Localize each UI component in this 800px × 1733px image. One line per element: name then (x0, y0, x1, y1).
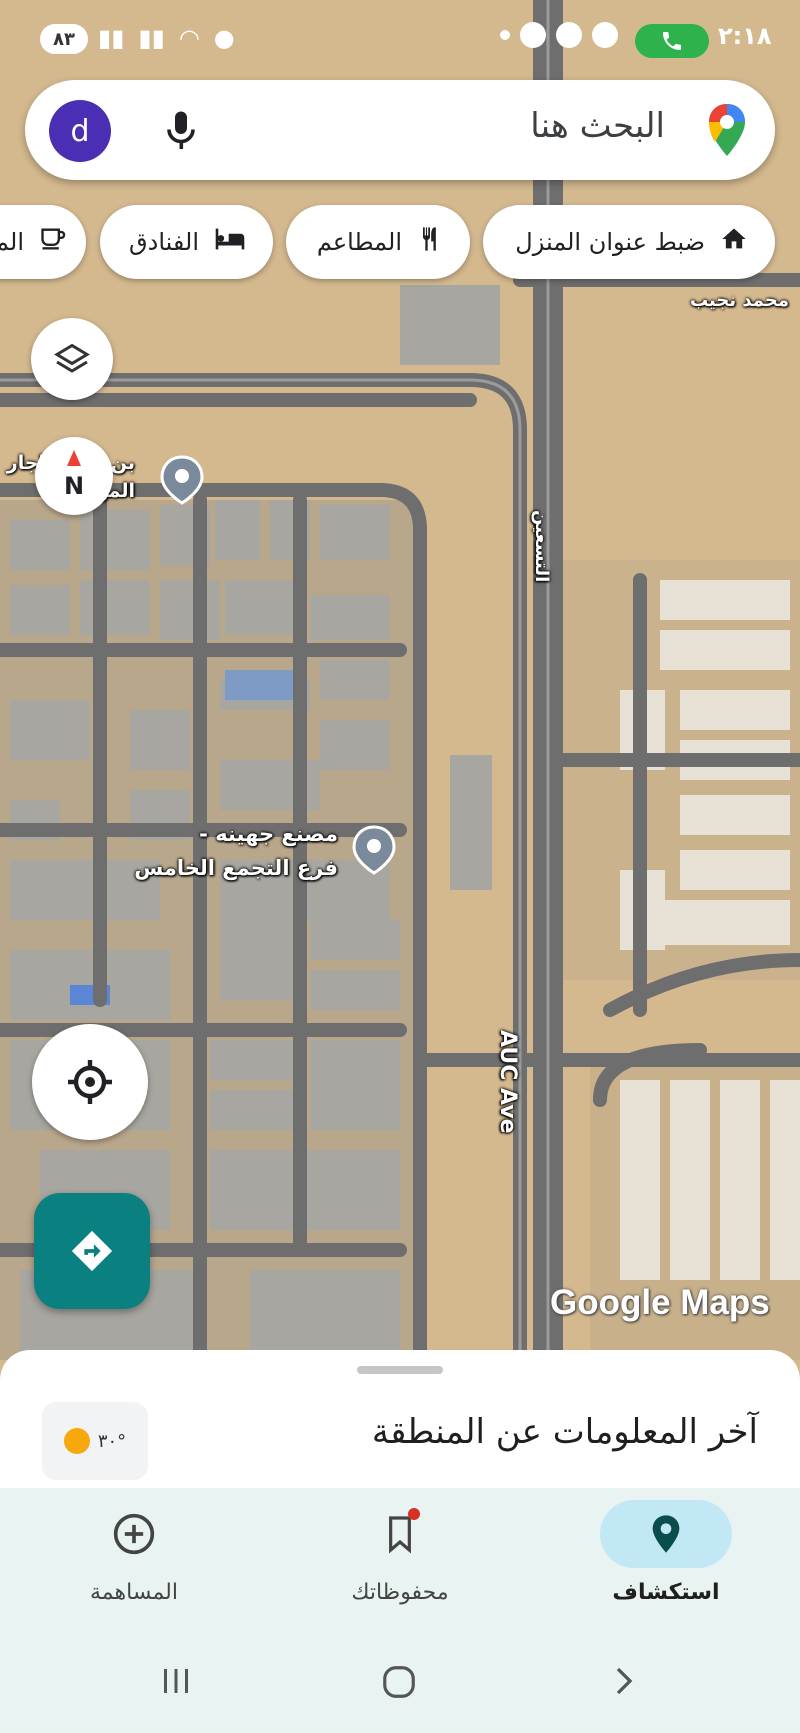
battery-indicator: ٨٣ (40, 24, 88, 54)
weather-chip[interactable]: ٣٠° (42, 1402, 148, 1480)
notification-dot (408, 1508, 420, 1520)
street-label: محمد نجيب (690, 290, 789, 311)
nav-icon-container (600, 1500, 732, 1568)
whatsapp-icon (592, 22, 618, 48)
sun-icon (63, 1428, 90, 1454)
signal-icon: ▮▮ (98, 24, 125, 52)
google-maps-attribution: Google Maps (550, 1283, 770, 1322)
explore-pin-icon (652, 1515, 680, 1553)
whatsapp-icon (556, 22, 582, 48)
chip-label: ضبط عنوان المنزل (515, 228, 705, 256)
back-icon[interactable] (606, 1663, 642, 1703)
nav-icon-container (68, 1500, 200, 1568)
my-location-button[interactable] (32, 1024, 148, 1140)
layers-icon (54, 343, 90, 373)
add-circle-icon (113, 1513, 155, 1555)
system-navigation-bar (0, 1638, 800, 1733)
search-input[interactable]: البحث هنا (530, 106, 665, 146)
signal-icon: ▮▮ (138, 24, 165, 52)
hotel-icon (213, 226, 247, 258)
avatar[interactable]: d (49, 100, 111, 162)
wifi-icon: ◠ (178, 24, 200, 52)
dot-icon (500, 30, 510, 40)
nav-label: المساهمة (90, 1580, 178, 1605)
tab-saved[interactable]: محفوظاتك (300, 1488, 500, 1638)
place-pin[interactable] (352, 825, 396, 875)
sheet-drag-handle[interactable] (357, 1366, 443, 1374)
place-label[interactable]: فرع التجمع الخامس (134, 856, 338, 880)
compass-button[interactable]: N (35, 437, 113, 515)
directions-icon (71, 1230, 113, 1272)
temperature: ٣٠° (97, 1430, 127, 1452)
place-label[interactable]: مصنع جهينه - (199, 822, 338, 846)
chip-label: الم (0, 228, 24, 256)
notification-icons (500, 22, 618, 48)
nav-label: استكشاف (612, 1580, 720, 1605)
chip-restaurants[interactable]: المطاعم (286, 205, 470, 279)
sheet-title: آخر المعلومات عن المنطقة (371, 1412, 758, 1452)
street-label: AUC Ave (495, 1030, 520, 1134)
home-icon (719, 225, 749, 259)
restaurant-icon (416, 224, 444, 260)
microphone-icon[interactable] (163, 108, 199, 158)
place-pin[interactable] (160, 455, 204, 505)
search-bar[interactable]: d البحث هنا (25, 80, 775, 180)
heart-icon (520, 22, 546, 48)
bottom-sheet[interactable]: آخر المعلومات عن المنطقة ٣٠° (0, 1350, 800, 1490)
signal-icons: ▮▮ ▮▮ ◠ ● (98, 22, 235, 54)
bottom-navigation: استكشاف محفوظاتك المساهمة (0, 1488, 800, 1638)
coffee-icon (38, 225, 68, 259)
chip-hotels[interactable]: الفنادق (100, 205, 273, 279)
nav-label: محفوظاتك (351, 1580, 449, 1605)
ongoing-call-indicator[interactable] (635, 24, 709, 58)
layers-button[interactable] (31, 318, 113, 400)
compass-letter: N (64, 472, 84, 500)
tab-explore[interactable]: استكشاف (566, 1488, 766, 1638)
location-icon: ● (213, 24, 235, 52)
chip-set-home[interactable]: ضبط عنوان المنزل (483, 205, 775, 279)
nav-icon-container (334, 1500, 466, 1568)
google-maps-logo-icon (707, 102, 747, 162)
crosshair-icon (68, 1060, 112, 1104)
recent-apps-icon[interactable] (158, 1663, 194, 1703)
chip-label: المطاعم (316, 228, 402, 256)
phone-icon (663, 32, 681, 50)
street-label: التسعين (531, 510, 552, 583)
home-button-icon[interactable] (380, 1663, 418, 1705)
chip-cafes[interactable]: الم (0, 205, 86, 279)
status-bar: ٨٣ ▮▮ ▮▮ ◠ ● ٢:١٨ (0, 0, 800, 78)
bookmark-icon (389, 1516, 411, 1554)
directions-button[interactable] (34, 1193, 150, 1309)
tab-contribute[interactable]: المساهمة (34, 1488, 234, 1638)
chip-label: الفنادق (129, 228, 199, 256)
compass-icon: N (64, 450, 84, 500)
clock: ٢:١٨ (718, 22, 772, 50)
